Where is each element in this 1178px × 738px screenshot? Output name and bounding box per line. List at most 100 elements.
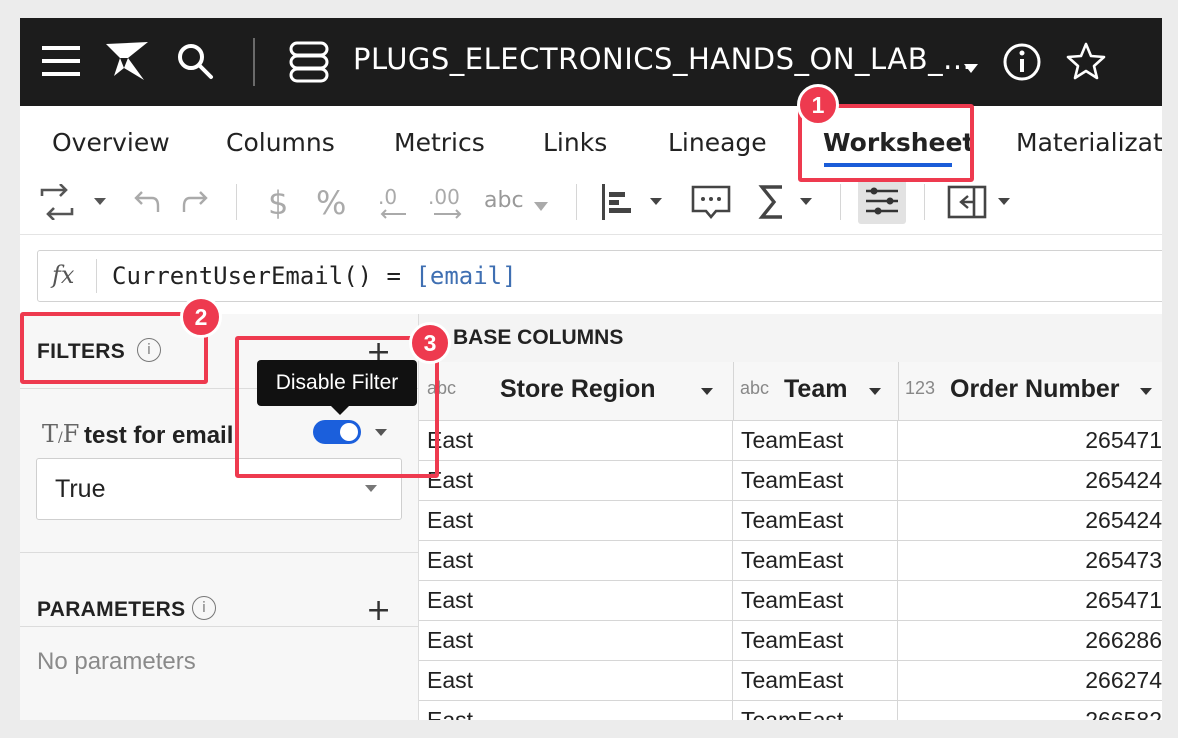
svg-text:%: % [316, 184, 346, 222]
table-cell[interactable]: TeamEast [733, 540, 898, 580]
table-cell[interactable]: TeamEast [733, 660, 898, 700]
column-header-store-region[interactable]: abc Store Region [419, 362, 734, 420]
table-cell[interactable]: 265471 [898, 420, 1162, 460]
chevron-down-icon[interactable] [1140, 388, 1152, 395]
table-row[interactable]: East TeamEast 265471 [419, 580, 1162, 621]
formula-reference: [email] [415, 262, 517, 290]
properties-panel-icon[interactable] [858, 178, 906, 224]
column-name: Store Region [500, 375, 656, 403]
data-grid: BASE COLUMNS abc Store Region abc Team 1… [419, 314, 1162, 720]
callout-box-toggle [235, 336, 439, 478]
tab-overview[interactable]: Overview [52, 128, 170, 157]
callout-badge-1: 1 [797, 84, 839, 126]
formula-bar[interactable]: fx CurrentUserEmail() = [email] [37, 250, 1162, 302]
column-header-team[interactable]: abc Team [733, 362, 899, 420]
panel-divider [20, 552, 418, 553]
align-left-icon[interactable] [600, 184, 676, 224]
table-cell[interactable]: East [419, 660, 733, 700]
text-type-icon: abc [740, 378, 770, 398]
table-cell[interactable]: TeamEast [733, 420, 898, 460]
percent-format-icon[interactable]: % [314, 182, 354, 226]
no-parameters-text: No parameters [37, 648, 196, 675]
table-row[interactable]: East TeamEast 265473 [419, 540, 1162, 581]
table-cell[interactable]: 266274 [898, 660, 1162, 700]
column-header-order-number[interactable]: 123 Order Number [898, 362, 1162, 420]
callout-badge-2: 2 [180, 296, 222, 338]
table-cell[interactable]: East [419, 700, 733, 720]
increase-decimals-icon[interactable]: .00 [426, 182, 470, 226]
app-window: PLUGS_ELECTRONICS_HANDS_ON_LAB_... Overv… [20, 18, 1162, 720]
table-cell[interactable]: East [419, 500, 733, 540]
toolbar-divider [840, 184, 841, 220]
column-name: Team [784, 375, 848, 403]
callout-box-filters [20, 312, 208, 384]
undo-icon[interactable] [132, 186, 162, 220]
table-cell[interactable]: East [419, 540, 733, 580]
toolbar-divider [236, 184, 237, 220]
chevron-down-icon[interactable] [701, 388, 713, 395]
table-cell[interactable]: 265424 [898, 460, 1162, 500]
table-row[interactable]: East TeamEast 265424 [419, 500, 1162, 541]
top-bar-divider [253, 38, 255, 86]
base-columns-header: BASE COLUMNS [419, 314, 1162, 363]
table-cell[interactable]: TeamEast [733, 620, 898, 660]
panel-divider [20, 626, 418, 627]
sum-icon[interactable] [758, 184, 822, 224]
base-columns-title: BASE COLUMNS [453, 326, 624, 349]
table-cell[interactable]: TeamEast [733, 500, 898, 540]
tab-columns[interactable]: Columns [226, 128, 335, 157]
chevron-down-icon[interactable] [534, 196, 548, 215]
star-icon[interactable] [1066, 42, 1106, 84]
toolbar-divider [576, 184, 577, 220]
tab-metrics[interactable]: Metrics [394, 128, 485, 157]
add-parameter-button[interactable]: + [366, 596, 391, 626]
tab-links[interactable]: Links [543, 128, 607, 157]
filter-value: True [55, 475, 106, 503]
currency-format-icon[interactable]: $ [264, 182, 294, 226]
column-header-row: abc Store Region abc Team 123 Order Numb… [419, 362, 1162, 421]
decrease-decimals-icon[interactable]: .0 [376, 182, 416, 226]
table-cell[interactable]: 266582 [898, 700, 1162, 720]
chevron-down-icon[interactable] [869, 388, 881, 395]
table-row[interactable]: East TeamEast 266582 [419, 700, 1162, 720]
info-icon[interactable] [1002, 42, 1042, 86]
tab-lineage[interactable]: Lineage [668, 128, 767, 157]
comment-icon[interactable] [690, 184, 732, 224]
table-row[interactable]: East TeamEast 265424 [419, 460, 1162, 501]
table-cell[interactable]: TeamEast [733, 460, 898, 500]
svg-text:.0: .0 [378, 185, 397, 209]
table-cell[interactable]: East [419, 420, 733, 460]
info-icon[interactable]: i [192, 596, 216, 620]
chevron-down-icon [365, 485, 377, 492]
hamburger-menu-icon[interactable] [42, 44, 80, 82]
toolbar: $ % .0 .00 abc [20, 170, 1162, 235]
chevron-down-icon[interactable] [964, 58, 978, 77]
svg-text:.00: .00 [428, 185, 460, 209]
search-icon[interactable] [176, 42, 214, 84]
table-cell[interactable]: 265471 [898, 580, 1162, 620]
text-format-label[interactable]: abc [484, 188, 524, 213]
tab-materialization[interactable]: Materializatio [1016, 128, 1162, 157]
svg-text:$: $ [268, 184, 288, 222]
formula-input[interactable]: CurrentUserEmail() = [email] [112, 262, 517, 290]
redo-icon[interactable] [180, 186, 210, 220]
table-row[interactable]: East TeamEast 266286 [419, 620, 1162, 661]
table-row[interactable]: East TeamEast 265471 [419, 420, 1162, 461]
table-row[interactable]: East TeamEast 266274 [419, 660, 1162, 701]
parameters-title: PARAMETERS [37, 598, 186, 621]
table-cell[interactable]: 266286 [898, 620, 1162, 660]
top-bar: PLUGS_ELECTRONICS_HANDS_ON_LAB_... [20, 18, 1162, 106]
collapse-panel-icon[interactable] [946, 184, 1016, 224]
refresh-swap-icon[interactable] [36, 183, 112, 224]
table-cell[interactable]: East [419, 460, 733, 500]
table-cell[interactable]: East [419, 620, 733, 660]
table-cell[interactable]: 265424 [898, 500, 1162, 540]
table-cell[interactable]: TeamEast [733, 580, 898, 620]
function-icon: fx [52, 261, 75, 289]
table-cell[interactable]: East [419, 580, 733, 620]
sigma-logo-icon[interactable] [104, 40, 150, 86]
toolbar-divider [924, 184, 925, 220]
table-cell[interactable]: 265473 [898, 540, 1162, 580]
table-cell[interactable]: TeamEast [733, 700, 898, 720]
filter-name[interactable]: test for email [84, 422, 233, 450]
